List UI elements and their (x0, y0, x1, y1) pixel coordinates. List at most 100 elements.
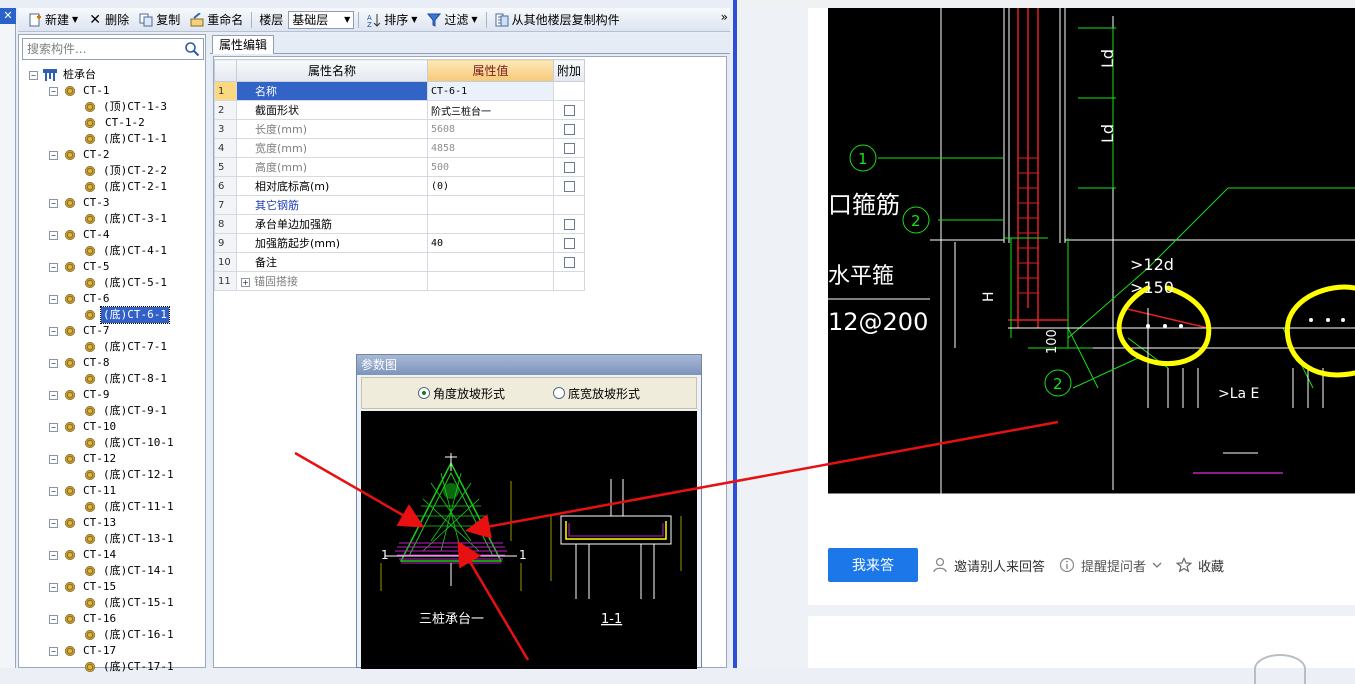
collapse-icon[interactable]: − (49, 327, 58, 336)
tree-group[interactable]: − CT-9 (19, 387, 205, 403)
tree-item[interactable]: (底)CT-3-1 (19, 211, 205, 227)
tree-item[interactable]: (底)CT-15-1 (19, 595, 205, 611)
tree-group[interactable]: − CT-6 (19, 291, 205, 307)
collapse-icon[interactable]: − (49, 151, 58, 160)
copy-from-floor-button[interactable]: 从其他楼层复制构件 (491, 10, 624, 30)
floor-select[interactable]: 基础层 ▼ (288, 10, 355, 29)
tree-item[interactable]: (底)CT-4-1 (19, 243, 205, 259)
radio-angle-slope[interactable]: 角度放坡形式 (417, 385, 505, 402)
property-row[interactable]: 1 名称 CT-6-1 (214, 81, 585, 101)
tree-group[interactable]: − CT-3 (19, 195, 205, 211)
tree-group[interactable]: − CT-10 (19, 419, 205, 435)
property-row[interactable]: 6 相对底标高(m) (0) (214, 176, 585, 196)
extra-checkbox[interactable] (563, 238, 575, 249)
tree-group[interactable]: − CT-5 (19, 259, 205, 275)
tree-group[interactable]: − CT-7 (19, 323, 205, 339)
tree-item[interactable]: CT-1-2 (19, 115, 205, 131)
tree-item[interactable]: (底)CT-13-1 (19, 531, 205, 547)
property-value[interactable] (427, 195, 554, 215)
tree-item[interactable]: (底)CT-8-1 (19, 371, 205, 387)
tree-group[interactable]: − CT-15 (19, 579, 205, 595)
extra-checkbox[interactable] (563, 181, 575, 192)
tree-group[interactable]: − CT-4 (19, 227, 205, 243)
tree-item[interactable]: (底)CT-11-1 (19, 499, 205, 515)
property-value[interactable]: 阶式三桩台一 (427, 100, 554, 120)
collapse-icon[interactable]: − (49, 423, 58, 432)
collapse-icon[interactable]: − (49, 551, 58, 560)
property-value[interactable]: CT-6-1 (427, 81, 554, 101)
toolbar-overflow-button[interactable]: » (721, 10, 728, 24)
copy-button[interactable]: 复制 (135, 10, 184, 30)
tree-item[interactable]: (底)CT-14-1 (19, 563, 205, 579)
collapse-icon[interactable]: − (49, 391, 58, 400)
tree-item[interactable]: (底)CT-7-1 (19, 339, 205, 355)
property-row[interactable]: 9 加强筋起步(mm) 40 (214, 233, 585, 253)
collapse-icon[interactable]: − (49, 199, 58, 208)
property-value[interactable]: 40 (427, 233, 554, 253)
collapse-icon[interactable]: − (49, 583, 58, 592)
tree-item[interactable]: (底)CT-2-1 (19, 179, 205, 195)
search-icon[interactable] (184, 41, 200, 57)
extra-checkbox[interactable] (563, 105, 575, 116)
extra-checkbox[interactable] (563, 143, 575, 154)
collapse-icon[interactable]: − (49, 231, 58, 240)
tree-group[interactable]: − CT-12 (19, 451, 205, 467)
property-row[interactable]: 2 截面形状 阶式三桩台一 (214, 100, 585, 120)
tree-item[interactable]: (底)CT-17-1 (19, 659, 205, 675)
property-value[interactable] (427, 252, 554, 272)
collapse-icon[interactable]: − (49, 615, 58, 624)
remind-asker-dropdown[interactable]: 提醒提问者 (1059, 556, 1162, 575)
radio-width-slope[interactable]: 底宽放坡形式 (553, 385, 640, 402)
tree-item[interactable]: (底)CT-9-1 (19, 403, 205, 419)
extra-checkbox[interactable] (563, 257, 575, 268)
new-button[interactable]: 新建 ▼ (24, 10, 82, 30)
tree-item[interactable]: (顶)CT-1-3 (19, 99, 205, 115)
extra-checkbox[interactable] (563, 162, 575, 173)
tree-item[interactable]: (底)CT-10-1 (19, 435, 205, 451)
collapse-icon[interactable]: − (49, 487, 58, 496)
close-icon[interactable]: ✕ (0, 8, 16, 24)
filter-button[interactable]: 过滤 ▼ (423, 10, 481, 30)
tree-group[interactable]: − CT-11 (19, 483, 205, 499)
collapse-icon[interactable]: − (29, 71, 38, 80)
sort-button[interactable]: AZ 排序 ▼ (363, 10, 421, 30)
collapse-icon[interactable]: − (49, 359, 58, 368)
expand-icon[interactable]: + (241, 278, 250, 287)
tree-item[interactable]: (底)CT-16-1 (19, 627, 205, 643)
invite-answer-link[interactable]: 邀请别人来回答 (932, 556, 1045, 575)
collapse-icon[interactable]: − (49, 87, 58, 96)
collect-button[interactable]: 收藏 (1175, 556, 1224, 575)
tree-item[interactable]: (底)CT-12-1 (19, 467, 205, 483)
tab-property-edit[interactable]: 属性编辑 (212, 35, 275, 54)
property-row[interactable]: 3 长度(mm) 5608 (214, 119, 585, 139)
property-value[interactable]: (0) (427, 176, 554, 196)
tree-group[interactable]: − CT-2 (19, 147, 205, 163)
rename-button[interactable]: 重命名 (186, 10, 247, 30)
collapse-icon[interactable]: − (49, 263, 58, 272)
answer-button[interactable]: 我来答 (828, 548, 918, 582)
property-value[interactable]: 5608 (427, 119, 554, 139)
tree-item[interactable]: (底)CT-6-1 (19, 306, 205, 324)
property-row[interactable]: 4 宽度(mm) 4858 (214, 138, 585, 158)
tree-item[interactable]: (顶)CT-2-2 (19, 163, 205, 179)
property-row[interactable]: 10 备注 (214, 252, 585, 272)
tree-item[interactable]: (底)CT-1-1 (19, 131, 205, 147)
property-row[interactable]: 5 高度(mm) 500 (214, 157, 585, 177)
property-row[interactable]: 8 承台单边加强筋 (214, 214, 585, 234)
tree-item[interactable]: (底)CT-5-1 (19, 275, 205, 291)
tree-root[interactable]: − 桩承台 (19, 67, 205, 83)
tree-group[interactable]: − CT-13 (19, 515, 205, 531)
property-value[interactable] (427, 214, 554, 234)
collapse-icon[interactable]: − (49, 295, 58, 304)
extra-checkbox[interactable] (563, 124, 575, 135)
collapse-icon[interactable]: − (49, 455, 58, 464)
tree-group[interactable]: − CT-17 (19, 643, 205, 659)
tree-group[interactable]: − CT-14 (19, 547, 205, 563)
property-value[interactable]: 4858 (427, 138, 554, 158)
tree-group[interactable]: − CT-1 (19, 83, 205, 99)
search-input[interactable] (23, 40, 175, 58)
tree-group[interactable]: − CT-8 (19, 355, 205, 371)
tree-group[interactable]: − CT-16 (19, 611, 205, 627)
property-row[interactable]: 11 + 锚固搭接 (214, 271, 585, 291)
collapse-icon[interactable]: − (49, 647, 58, 656)
